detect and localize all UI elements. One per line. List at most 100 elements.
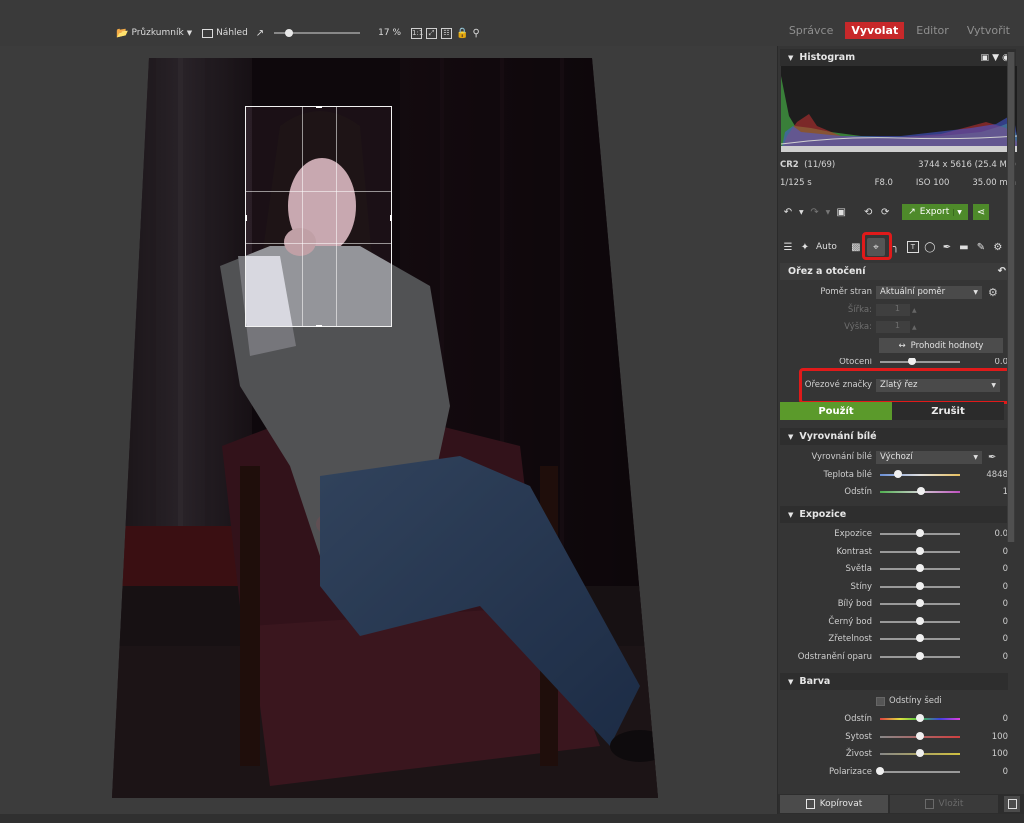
slider-knob[interactable] <box>916 731 924 740</box>
tab-develop[interactable]: Vyvolat <box>845 22 905 39</box>
panel-footer: Kopírovat Vložit <box>778 794 1024 814</box>
slider-knob[interactable] <box>916 564 924 572</box>
auto-button[interactable]: Auto <box>816 242 837 252</box>
color-slider[interactable] <box>880 714 960 722</box>
grayscale-checkbox[interactable] <box>876 696 885 706</box>
gradient-icon[interactable]: ▬ <box>958 241 970 253</box>
slider-knob[interactable] <box>916 749 924 757</box>
slider-value: 0 <box>1002 651 1008 662</box>
crop-handle-bottom[interactable] <box>316 325 322 327</box>
compare-icon[interactable]: ☷ <box>441 27 453 39</box>
golden-ratio-line-h1 <box>246 191 391 192</box>
white-balance-header[interactable]: ▼ Vyrovnání bílé <box>780 428 1008 445</box>
crop-handle-right[interactable] <box>390 215 392 221</box>
user-search-icon[interactable]: ⚲ <box>473 28 480 39</box>
slider-knob[interactable] <box>916 546 924 555</box>
reset-icon[interactable]: ↶ <box>998 266 1006 277</box>
paste-button[interactable]: Vložit <box>890 795 998 813</box>
color-slider[interactable] <box>880 749 960 757</box>
fit-screen-icon[interactable]: ⤢ <box>426 27 438 39</box>
rotate-right-icon[interactable]: ⟳ <box>879 206 891 218</box>
crop-handle-top[interactable] <box>316 106 322 108</box>
rotation-slider[interactable] <box>880 358 960 365</box>
panel-scrollbar[interactable] <box>1007 52 1015 542</box>
brush-icon[interactable]: ✒ <box>941 241 953 253</box>
height-input[interactable]: 1 <box>876 321 910 333</box>
slider-knob[interactable] <box>916 651 924 660</box>
photo-canvas[interactable] <box>0 46 777 814</box>
slider-knob[interactable] <box>916 581 924 590</box>
exposure-slider[interactable] <box>880 651 960 660</box>
stepper-icon[interactable]: ▲ <box>912 307 917 314</box>
slider-knob[interactable] <box>916 616 924 625</box>
cancel-button[interactable]: Zrušit <box>892 402 1004 420</box>
filmstrip-toggle-bar[interactable] <box>0 814 1024 823</box>
radial-filter-icon[interactable]: ◯ <box>924 241 936 253</box>
wb-slider[interactable] <box>880 470 960 478</box>
histogram-mode-icon[interactable]: ▣ ▼ ◉ <box>980 53 1010 63</box>
slider-value: 100 <box>991 731 1008 742</box>
slider-knob[interactable] <box>916 599 924 607</box>
exposure-slider[interactable] <box>880 529 960 537</box>
camera-icon[interactable]: ▩ <box>850 241 862 253</box>
slider-knob[interactable] <box>876 766 884 775</box>
browser-button[interactable]: 📂 Průzkumník ▼ <box>116 28 192 39</box>
eraser-icon[interactable]: ✎ <box>975 241 987 253</box>
golden-ratio-line-v1 <box>302 107 303 326</box>
gear-icon[interactable]: ⚙ <box>988 286 998 299</box>
width-input[interactable]: 1 <box>876 304 910 316</box>
swap-values-button[interactable]: ↔ Prohodit hodnoty <box>879 338 1003 353</box>
tab-editor[interactable]: Editor <box>910 22 955 39</box>
adjustments-icon[interactable]: ☰ <box>782 241 794 253</box>
undo-dropdown-icon[interactable]: ▼ <box>799 209 804 216</box>
exposure-slider[interactable] <box>880 634 960 642</box>
actual-size-icon[interactable]: 1:1 <box>411 27 423 39</box>
stepper-icon[interactable]: ▲ <box>912 324 917 331</box>
magic-wand-icon[interactable]: ✦ <box>799 241 811 253</box>
slider-knob[interactable] <box>916 487 925 495</box>
tab-create[interactable]: Vytvořit <box>961 22 1016 39</box>
exposure-slider[interactable] <box>880 564 960 572</box>
zoom-slider[interactable] <box>274 29 361 37</box>
exposure-header[interactable]: ▼ Expozice <box>780 506 1008 523</box>
slider-knob[interactable] <box>916 634 924 642</box>
undo-icon[interactable]: ↶ <box>782 206 794 218</box>
image-icon[interactable]: ▣ <box>835 206 847 218</box>
redo-icon[interactable]: ↷ <box>809 206 821 218</box>
redo-dropdown-icon[interactable]: ▼ <box>826 209 831 216</box>
wb-slider[interactable] <box>880 487 960 495</box>
slider-label: Stíny <box>850 581 872 592</box>
aspect-ratio-select[interactable]: Aktuální poměr ▼ <box>876 285 982 299</box>
slider-knob[interactable] <box>916 714 924 722</box>
preview-button[interactable]: Náhled <box>202 28 248 38</box>
white-balance-select[interactable]: Výchozí ▼ <box>876 450 982 464</box>
export-button[interactable]: ↗ Export ▼ <box>902 204 968 220</box>
crop-handle-left[interactable] <box>245 215 247 221</box>
exposure-slider[interactable] <box>880 599 960 607</box>
share-icon[interactable]: ⋖ <box>972 204 989 220</box>
color-slider[interactable] <box>876 766 960 775</box>
color-header[interactable]: ▼ Barva <box>780 673 1008 690</box>
histogram-header[interactable]: ▼ Histogram ▣ ▼ ◉ <box>780 49 1016 66</box>
gear-icon[interactable]: ⚙ <box>992 241 1004 253</box>
exposure-slider[interactable] <box>880 616 960 625</box>
text-icon[interactable]: T <box>906 241 919 253</box>
eyedropper-icon[interactable]: ✒ <box>988 452 996 463</box>
export-icon: ↗ <box>908 207 916 217</box>
color-slider[interactable] <box>880 731 960 740</box>
exposure-slider[interactable] <box>880 546 960 555</box>
lock-icon[interactable]: 🔒 <box>456 28 468 39</box>
chevron-down-icon: ▼ <box>973 288 978 296</box>
slider-knob[interactable] <box>893 470 902 478</box>
zoom-slider-knob[interactable] <box>284 29 293 37</box>
external-icon[interactable]: ↗ <box>256 28 264 39</box>
tab-manager[interactable]: Správce <box>783 22 840 39</box>
copy-button[interactable]: Kopírovat <box>780 795 888 813</box>
crop-frame[interactable] <box>245 106 392 327</box>
rotate-left-icon[interactable]: ⟲ <box>862 206 874 218</box>
slider-knob[interactable] <box>916 529 924 537</box>
slider-label: Odstín <box>844 714 872 724</box>
apply-button[interactable]: Použít <box>780 402 892 420</box>
exposure-slider[interactable] <box>880 581 960 590</box>
copy-settings-icon[interactable] <box>1004 796 1020 812</box>
